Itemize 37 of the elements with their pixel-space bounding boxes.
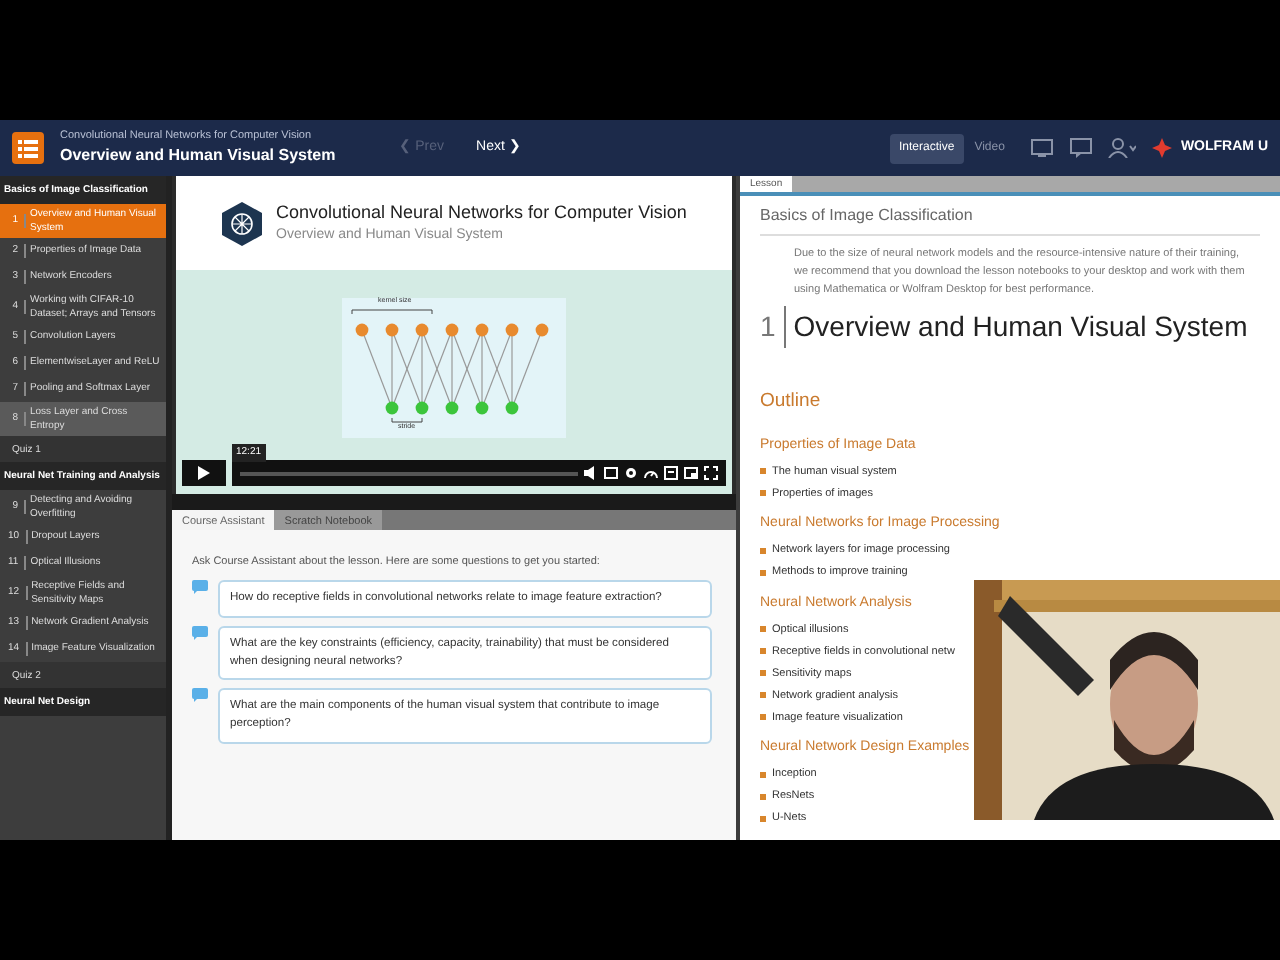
outline-heading: Outline	[760, 388, 823, 417]
bullet-icon	[760, 793, 766, 800]
slide-title: Convolutional Neural Networks for Computer Vision	[276, 199, 687, 226]
lesson-heading: Overview and Human Visual System	[793, 308, 1248, 347]
bullet-icon	[760, 648, 766, 655]
menu-button[interactable]	[12, 132, 44, 164]
settings-icon[interactable]	[624, 466, 638, 480]
speed-icon[interactable]	[644, 466, 658, 480]
bullet-icon	[760, 670, 766, 677]
bullet-icon	[760, 815, 766, 822]
picture-in-picture-icon[interactable]	[684, 466, 698, 480]
volume-icon[interactable]	[584, 466, 598, 480]
chat-bubble-icon	[192, 580, 208, 595]
chapters-icon[interactable]	[664, 466, 678, 480]
hexagon-logo-icon	[220, 199, 264, 247]
menu-icon	[18, 139, 38, 157]
bullet-icon	[760, 490, 766, 497]
chat-bubble-icon	[192, 625, 208, 640]
chat-icon[interactable]	[1070, 138, 1093, 158]
bullet-icon	[760, 771, 766, 778]
screen-icon[interactable]	[1030, 138, 1055, 158]
bullet-icon	[760, 692, 766, 699]
bullet-icon	[760, 547, 766, 554]
play-button[interactable]	[182, 460, 226, 486]
bullet-icon	[760, 626, 766, 633]
logo-icon	[1152, 138, 1173, 158]
bullet-icon	[760, 468, 766, 475]
bullet-icon	[760, 569, 766, 576]
user-icon[interactable]	[1108, 138, 1137, 158]
chat-bubble-icon	[192, 688, 208, 703]
lesson-title: Overview and Human Visual System	[60, 144, 336, 169]
bullet-icon	[760, 714, 766, 721]
fullscreen-icon[interactable]	[704, 466, 718, 480]
breadcrumb: Basics of Image Classification	[760, 204, 1260, 236]
captions-icon[interactable]	[604, 466, 618, 480]
play-icon	[198, 466, 210, 480]
lesson-number: 1	[760, 306, 786, 349]
